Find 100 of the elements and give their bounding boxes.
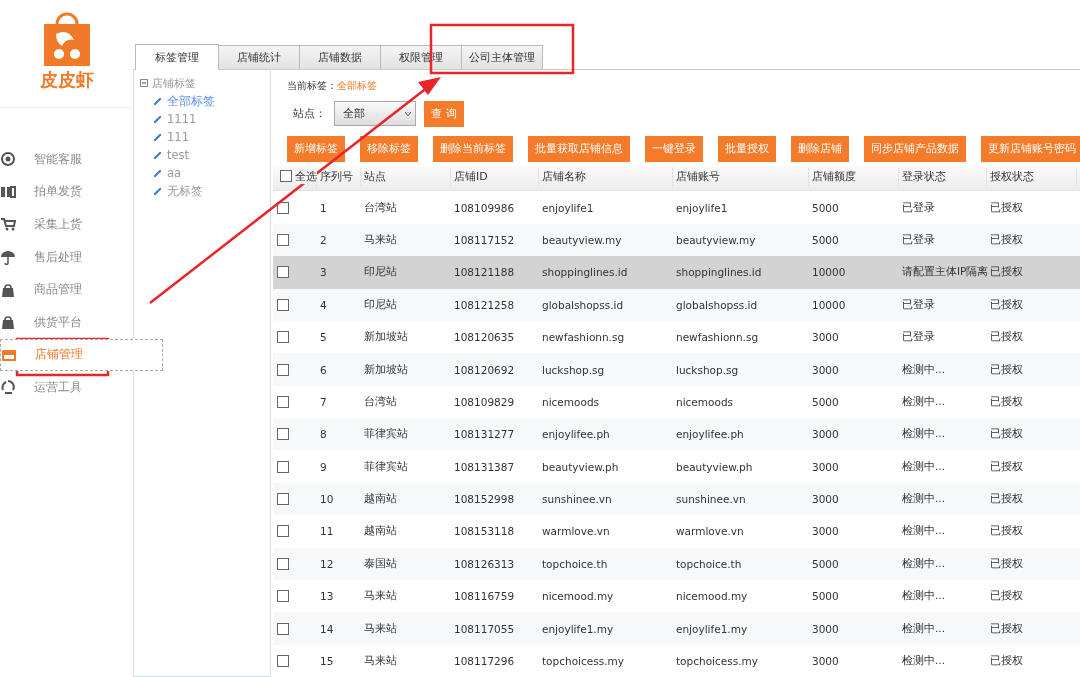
column-header[interactable]: 站点 bbox=[364, 168, 386, 184]
sidebar-item[interactable]: 智能客服 bbox=[0, 143, 133, 176]
table-cell-text: 5000 bbox=[811, 234, 840, 246]
table-cell-text: 越南站 bbox=[363, 492, 398, 506]
label: 站点： bbox=[293, 106, 326, 122]
row-checkbox[interactable] bbox=[277, 363, 289, 376]
column-header: 全选 bbox=[295, 168, 317, 184]
table-cell-text: 3000 bbox=[811, 363, 840, 376]
table-row[interactable]: 12 泰国站 108126313 topchoice.th topchoice.th 5000 检测中... 已授权 bbox=[273, 547, 1080, 580]
column-header[interactable]: 授权状态 bbox=[990, 168, 1034, 184]
table-cell-text: newfashionn.sg bbox=[675, 331, 760, 344]
row-checkbox[interactable] bbox=[277, 395, 289, 408]
table-row[interactable]: 13 马来站 108116759 nicemood.my nicemood.my 5000 检测中... 已授权 bbox=[273, 579, 1080, 613]
table-cell-text: 2 bbox=[319, 234, 328, 246]
table-cell-text: 108117296 bbox=[453, 654, 516, 667]
table-cell-text: enjoylife1.my bbox=[541, 622, 615, 635]
site-dropdown[interactable]: 全部 bbox=[334, 101, 416, 127]
tab[interactable]: 公司主体管理 bbox=[461, 45, 543, 69]
sidebar-item[interactable]: 拍单发货 bbox=[0, 175, 133, 209]
row-checkbox[interactable] bbox=[277, 654, 289, 667]
row-checkbox[interactable] bbox=[277, 428, 289, 441]
table-cell-text: newfashionn.sg bbox=[541, 331, 626, 344]
table-row[interactable]: 9 菲律宾站 108131387 beautyview.ph beautyview.ph 3000 检测中... 已授权 bbox=[273, 450, 1080, 483]
table-cell-text: 台湾站 bbox=[363, 394, 398, 409]
bag-icon bbox=[0, 314, 16, 331]
table-cell-text: 3000 bbox=[811, 428, 840, 441]
sidebar-item[interactable]: 采集上货 bbox=[0, 208, 133, 241]
table-cell-text: beautyview.ph bbox=[541, 460, 620, 473]
table-row[interactable]: 4 印尼站 108121258 globalshopss.id globalshopss.id 10000 已登录 已授权 bbox=[273, 288, 1080, 321]
column-header[interactable]: 店铺额度 bbox=[812, 168, 856, 184]
table-cell-text: 108152998 bbox=[453, 493, 516, 505]
table-row[interactable]: 14 马来站 108117055 enjoylife1.my enjoylife1.my 3000 检测中... 已授权 bbox=[273, 612, 1080, 645]
table-cell-text: enjoylifee.ph bbox=[675, 428, 745, 441]
sidebar-item[interactable]: 售后处理 bbox=[0, 240, 133, 274]
row-checkbox[interactable] bbox=[277, 622, 289, 635]
cart-icon bbox=[0, 216, 16, 233]
table-row[interactable]: 1 台湾站 108109986 enjoylife1 enjoylife1 5000 已登录 已授权 bbox=[273, 191, 1080, 224]
row-checkbox[interactable] bbox=[277, 590, 289, 603]
table-cell-text: 已授权 bbox=[989, 492, 1024, 506]
row-checkbox[interactable] bbox=[277, 298, 289, 311]
sidebar-item[interactable]: 供货平台 bbox=[0, 305, 133, 339]
table-cell-text: topchoice.th bbox=[541, 557, 609, 570]
table-row[interactable]: 8 菲律宾站 108131277 enjoylifee.ph enjoylifee.ph 3000 检测中... 已授权 bbox=[273, 418, 1080, 451]
table-cell-text: 泰国站 bbox=[363, 556, 398, 571]
row-checkbox[interactable] bbox=[277, 266, 289, 279]
table-cell-text: beautyview.my bbox=[541, 234, 623, 246]
sidebar-item[interactable]: 商品管理 bbox=[0, 273, 133, 306]
row-checkbox[interactable] bbox=[277, 460, 289, 473]
table-cell-text: 11 bbox=[319, 525, 335, 538]
table-row[interactable]: 2 马来站 108117152 beautyview.my beautyview.my 5000 已登录 已授权 bbox=[273, 223, 1080, 257]
table-cell-text: 检测中... bbox=[901, 459, 946, 474]
table-cell-text: globalshopss.id bbox=[541, 298, 625, 311]
table-row[interactable]: 6 新加坡站 108120692 luckshop.sg luckshop.sg 3000 检测中... 已授权 bbox=[273, 353, 1080, 386]
row-checkbox[interactable] bbox=[277, 525, 289, 538]
column-header[interactable]: 店铺账号 bbox=[676, 168, 720, 184]
column-header[interactable]: 序列号 bbox=[320, 168, 353, 184]
table-cell-text: topchoicess.my bbox=[541, 654, 625, 667]
table-row[interactable]: 5 新加坡站 108120635 newfashionn.sg newfashionn.sg 3000 已登录 已授权 bbox=[273, 320, 1080, 354]
bag-icon bbox=[0, 281, 16, 298]
tab[interactable]: 店铺统计 bbox=[218, 45, 300, 69]
table-row[interactable]: 3 印尼站 108121188 shoppinglines.id shoppinglines.id 10000 请配置主体IP隔离 已授权 bbox=[273, 256, 1080, 289]
column-header[interactable]: 店铺名称 bbox=[542, 168, 586, 184]
table-row[interactable]: 10 越南站 108152998 sunshinee.vn sunshinee.vn 3000 检测中... 已授权 bbox=[273, 482, 1080, 516]
tag-icon bbox=[154, 151, 161, 159]
table-cell-text: topchoicess.my bbox=[675, 654, 759, 667]
table-cell-text: 已授权 bbox=[989, 589, 1024, 604]
table-cell-text: 3000 bbox=[811, 525, 840, 538]
tab[interactable]: 店铺数据 bbox=[299, 45, 381, 69]
table-cell-text: 13 bbox=[319, 590, 335, 603]
table-row[interactable]: 7 台湾站 108109829 nicemoods nicemoods 5000 检测中... 已授权 bbox=[273, 385, 1080, 419]
row-checkbox[interactable] bbox=[277, 557, 289, 570]
row-checkbox[interactable] bbox=[277, 234, 289, 246]
table-cell-text: 10000 bbox=[811, 266, 847, 279]
collapse-icon[interactable] bbox=[140, 79, 148, 87]
table-cell-text: 菲律宾站 bbox=[363, 459, 409, 474]
table-cell-text: 108121258 bbox=[453, 298, 516, 311]
table-cell-text: 108109986 bbox=[453, 201, 516, 214]
table-row[interactable]: 11 越南站 108153118 warmlove.vn warmlove.vn 3000 检测中... 已授权 bbox=[273, 515, 1080, 548]
table-cell-text: 印尼站 bbox=[363, 297, 398, 312]
table-cell-text: 108117152 bbox=[453, 234, 516, 246]
row-checkbox[interactable] bbox=[277, 493, 289, 505]
label: 当前标签： bbox=[287, 78, 337, 93]
select-all-checkbox[interactable] bbox=[280, 170, 292, 183]
tab[interactable]: 标签管理 bbox=[135, 44, 219, 70]
table-cell-text: 108120635 bbox=[453, 331, 516, 344]
row-checkbox[interactable] bbox=[277, 331, 289, 344]
table-cell-text: warmlove.vn bbox=[675, 525, 745, 538]
sidebar-item[interactable]: 运营工具 bbox=[0, 371, 133, 404]
column-header[interactable]: 登录状态 bbox=[902, 168, 946, 184]
table-cell-text: enjoylife1.my bbox=[675, 622, 749, 635]
table-row[interactable]: 15 马来站 108117296 topchoicess.my topchoicess.my 3000 检测中... 已授权 bbox=[273, 644, 1080, 677]
logo-text: 皮皮虾 bbox=[39, 68, 94, 92]
tree-node[interactable]: 全部标签 bbox=[167, 93, 215, 109]
table-cell-text: 3000 bbox=[811, 493, 840, 505]
table-cell-text: 3000 bbox=[811, 331, 840, 344]
table-cell-text: enjoylifee.ph bbox=[541, 428, 611, 441]
column-header[interactable]: 店铺ID bbox=[454, 168, 488, 184]
table-cell-text: 已登录 bbox=[901, 200, 936, 215]
table-cell-text: 10 bbox=[319, 493, 335, 505]
table-cell-text: 6 bbox=[319, 363, 328, 376]
